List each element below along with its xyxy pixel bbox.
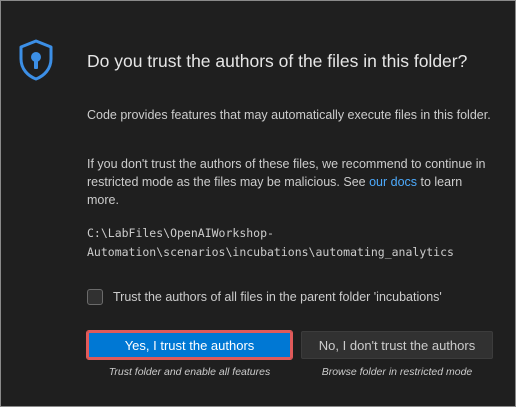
restricted-button-caption: Browse folder in restricted mode: [321, 366, 473, 378]
docs-link[interactable]: our docs: [369, 175, 417, 189]
folder-path-line-1: C:\LabFiles\OpenAIWorkshop-: [87, 226, 274, 240]
dialog-title: Do you trust the authors of the files in…: [87, 51, 468, 71]
trust-parent-label[interactable]: Trust the authors of all files in the pa…: [113, 290, 442, 304]
trust-button-caption: Trust folder and enable all features: [108, 366, 271, 378]
trust-authors-button[interactable]: Yes, I trust the authors: [86, 330, 293, 360]
folder-path-line-2: Automation\scenarios\incubations\automat…: [87, 245, 454, 259]
workspace-trust-dialog: Do you trust the authors of the files in…: [0, 0, 516, 407]
warning-paragraph: If you don't trust the authors of these …: [87, 155, 497, 209]
folder-path: C:\LabFiles\OpenAIWorkshop- Automation\s…: [87, 224, 497, 262]
restricted-mode-button[interactable]: No, I don't trust the authors: [301, 331, 493, 359]
description-paragraph: Code provides features that may automati…: [87, 108, 491, 122]
trust-parent-checkbox[interactable]: [87, 289, 103, 305]
trust-parent-row[interactable]: Trust the authors of all files in the pa…: [87, 289, 442, 305]
shield-lock-icon: [18, 39, 54, 81]
